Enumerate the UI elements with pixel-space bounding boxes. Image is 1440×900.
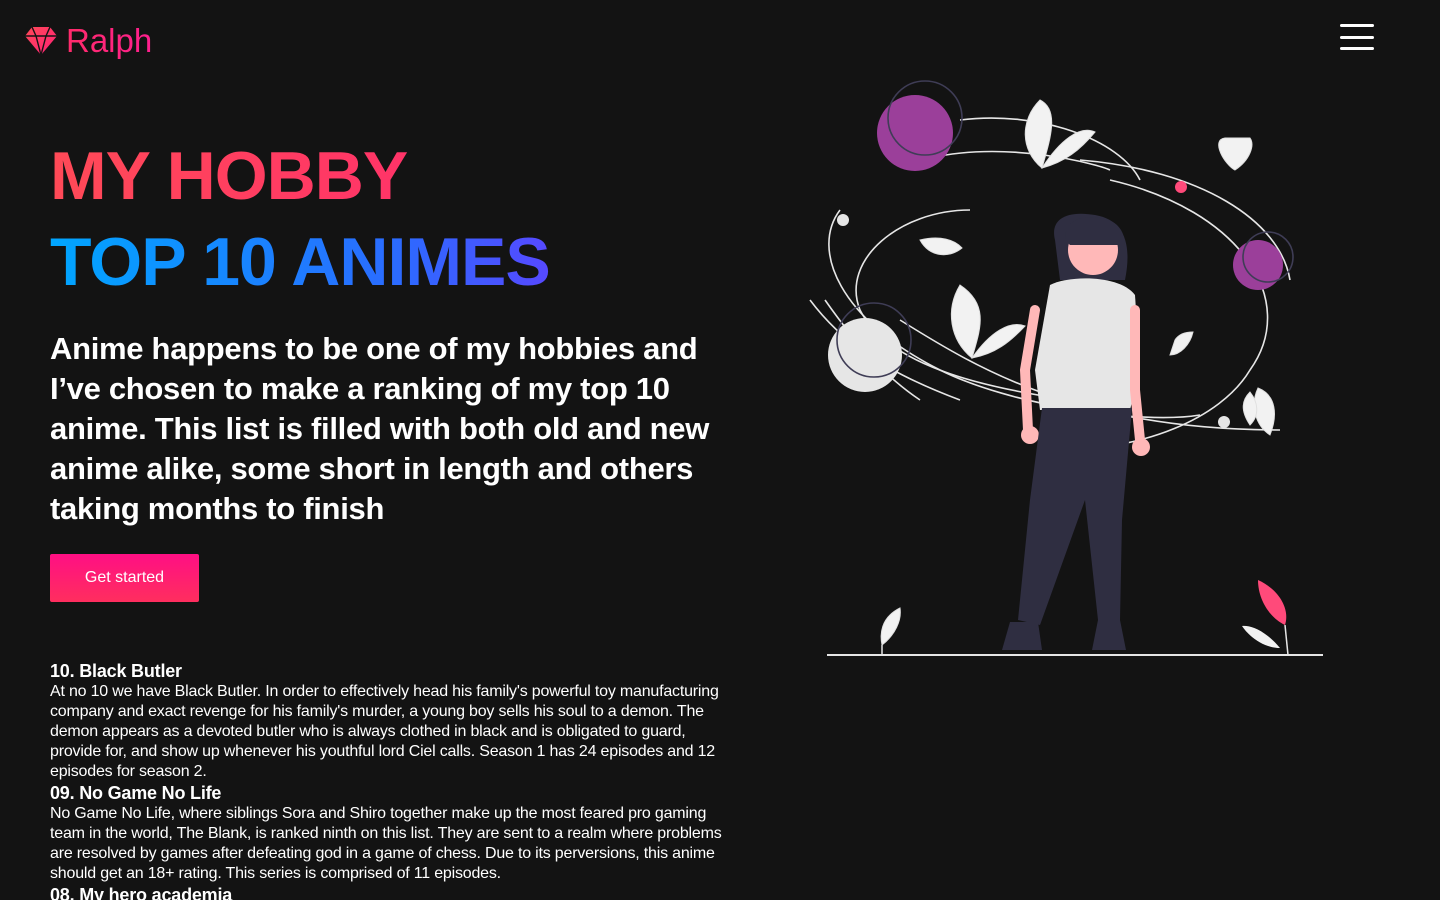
hero-section: MY HOBBY TOP 10 ANIMES Anime happens to …	[50, 135, 740, 529]
list-item-title: 08. My hero academia	[50, 885, 233, 900]
gem-icon	[25, 26, 57, 57]
hero-title-top10: TOP 10 ANIMES	[50, 217, 740, 307]
hero-title-hobby: MY HOBBY	[50, 135, 740, 217]
list-item-text: At no 10 we have Black Butler. In order …	[50, 683, 719, 780]
list-item: 10. Black Butler At no 10 we have Black …	[50, 660, 730, 782]
list-item-title: 10. Black Butler	[50, 661, 182, 681]
navbar: Ralph	[0, 0, 1440, 80]
get-started-button[interactable]: Get started	[50, 554, 199, 602]
brand-name: Ralph	[66, 20, 152, 62]
hero-illustration	[809, 80, 1323, 656]
hamburger-menu-icon[interactable]	[1340, 24, 1374, 50]
brand-logo-link[interactable]: Ralph	[24, 20, 152, 62]
list-item-text: No Game No Life, where siblings Sora and…	[50, 805, 722, 882]
hero-description: Anime happens to be one of my hobbies an…	[50, 331, 710, 526]
list-item-title: 09. No Game No Life	[50, 783, 222, 803]
list-item: 08. My hero academia	[50, 884, 730, 900]
anime-ranking-list: 10. Black Butler At no 10 we have Black …	[50, 660, 730, 900]
list-item: 09. No Game No Life No Game No Life, whe…	[50, 782, 730, 884]
